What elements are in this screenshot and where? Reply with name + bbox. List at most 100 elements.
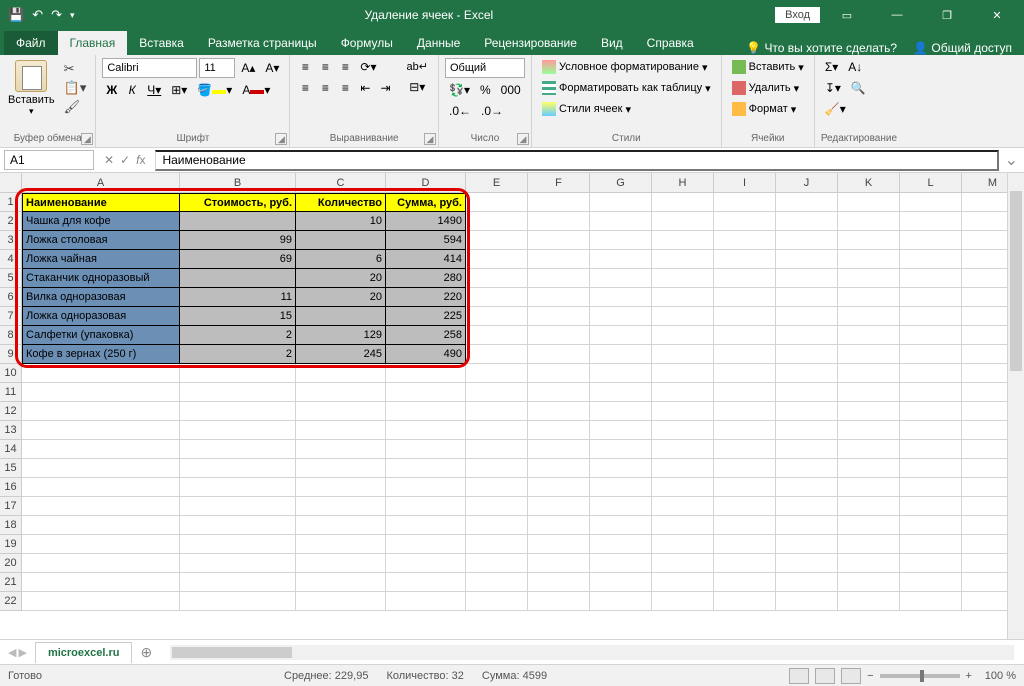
cell[interactable]: 6 [296, 250, 386, 269]
comma-icon[interactable]: 000 [497, 81, 525, 99]
cell[interactable] [296, 516, 386, 535]
cell[interactable] [296, 592, 386, 611]
cell[interactable] [838, 288, 900, 307]
close-icon[interactable]: ✕ [974, 0, 1020, 30]
cell[interactable]: 245 [296, 345, 386, 364]
cell[interactable]: 280 [386, 269, 466, 288]
cell[interactable] [776, 288, 838, 307]
cell[interactable] [652, 250, 714, 269]
cell[interactable] [466, 250, 528, 269]
cell[interactable] [776, 383, 838, 402]
cell[interactable]: 490 [386, 345, 466, 364]
cell[interactable] [590, 497, 652, 516]
undo-icon[interactable]: ↶ [32, 7, 43, 23]
cell[interactable] [838, 421, 900, 440]
increase-indent-icon[interactable]: ⇥ [376, 79, 394, 97]
cell[interactable] [590, 421, 652, 440]
cell[interactable] [652, 345, 714, 364]
cell[interactable] [466, 326, 528, 345]
cell[interactable] [776, 402, 838, 421]
cell[interactable] [296, 535, 386, 554]
cell[interactable] [776, 326, 838, 345]
cell[interactable] [22, 554, 180, 573]
cell[interactable] [180, 383, 296, 402]
cell[interactable] [714, 554, 776, 573]
cell[interactable] [528, 554, 590, 573]
cell[interactable]: Сумма, руб. [386, 193, 466, 212]
align-right-icon[interactable]: ≡ [336, 79, 354, 97]
cell[interactable] [838, 269, 900, 288]
cell[interactable] [22, 402, 180, 421]
cell[interactable] [838, 440, 900, 459]
cell[interactable] [900, 402, 962, 421]
cell[interactable] [528, 326, 590, 345]
cell[interactable] [838, 212, 900, 231]
row-header[interactable]: 8 [0, 326, 22, 345]
redo-icon[interactable]: ↷ [51, 7, 62, 23]
cell[interactable] [590, 288, 652, 307]
font-name-selector[interactable] [102, 58, 197, 78]
share-button[interactable]: 👤 Общий доступ [913, 41, 1012, 55]
cut-icon[interactable]: ✂ [61, 61, 90, 77]
align-center-icon[interactable]: ≡ [316, 79, 334, 97]
cell[interactable] [590, 459, 652, 478]
cell[interactable] [776, 516, 838, 535]
login-button[interactable]: Вход [775, 7, 820, 23]
tab-review[interactable]: Рецензирование [472, 31, 589, 55]
expand-formula-bar-icon[interactable]: ⌄ [999, 150, 1024, 170]
cell[interactable] [714, 326, 776, 345]
cell[interactable] [386, 516, 466, 535]
cell[interactable] [466, 193, 528, 212]
row-header[interactable]: 20 [0, 554, 22, 573]
cell[interactable] [22, 478, 180, 497]
cell[interactable] [776, 592, 838, 611]
cell[interactable] [180, 364, 296, 383]
increase-font-icon[interactable]: A▴ [237, 59, 259, 77]
cell[interactable] [466, 440, 528, 459]
delete-cells-button[interactable]: Удалить▾ [728, 79, 808, 97]
vertical-scroll-thumb[interactable] [1010, 191, 1022, 371]
cell[interactable] [296, 554, 386, 573]
cell[interactable] [652, 421, 714, 440]
spreadsheet-grid[interactable]: ABCDEFGHIJKLM 12345678910111213141516171… [0, 173, 1024, 639]
cell[interactable] [386, 402, 466, 421]
cell[interactable] [22, 421, 180, 440]
cell[interactable] [776, 212, 838, 231]
cell[interactable] [590, 573, 652, 592]
enter-formula-icon[interactable]: ✓ [120, 153, 130, 167]
tab-formulas[interactable]: Формулы [329, 31, 405, 55]
cell[interactable] [776, 478, 838, 497]
align-left-icon[interactable]: ≡ [296, 79, 314, 97]
view-page-layout-icon[interactable] [815, 668, 835, 684]
cell[interactable] [590, 250, 652, 269]
cell[interactable] [838, 345, 900, 364]
cell[interactable] [776, 440, 838, 459]
cell[interactable]: Ложка одноразовая [22, 307, 180, 326]
borders-button[interactable]: ⊞▾ [167, 81, 191, 99]
cell[interactable] [590, 402, 652, 421]
cell[interactable] [296, 231, 386, 250]
cell[interactable] [714, 459, 776, 478]
font-size-selector[interactable] [199, 58, 235, 78]
cell[interactable] [590, 269, 652, 288]
horizontal-scrollbar[interactable] [170, 645, 1014, 660]
cell[interactable] [528, 193, 590, 212]
cell[interactable] [180, 402, 296, 421]
cell[interactable] [180, 269, 296, 288]
cell[interactable] [714, 231, 776, 250]
cell[interactable] [900, 250, 962, 269]
row-header[interactable]: 18 [0, 516, 22, 535]
zoom-level[interactable]: 100 % [978, 670, 1016, 682]
paste-button[interactable]: Вставить ▾ [6, 58, 57, 131]
cell[interactable] [528, 516, 590, 535]
bold-button[interactable]: Ж [102, 81, 121, 99]
formula-bar[interactable] [155, 150, 998, 171]
cell[interactable] [590, 383, 652, 402]
row-header[interactable]: 16 [0, 478, 22, 497]
cell[interactable]: 594 [386, 231, 466, 250]
cell[interactable] [386, 440, 466, 459]
cell[interactable] [900, 326, 962, 345]
column-header[interactable]: E [466, 173, 528, 193]
cell[interactable] [528, 231, 590, 250]
cell[interactable] [714, 592, 776, 611]
